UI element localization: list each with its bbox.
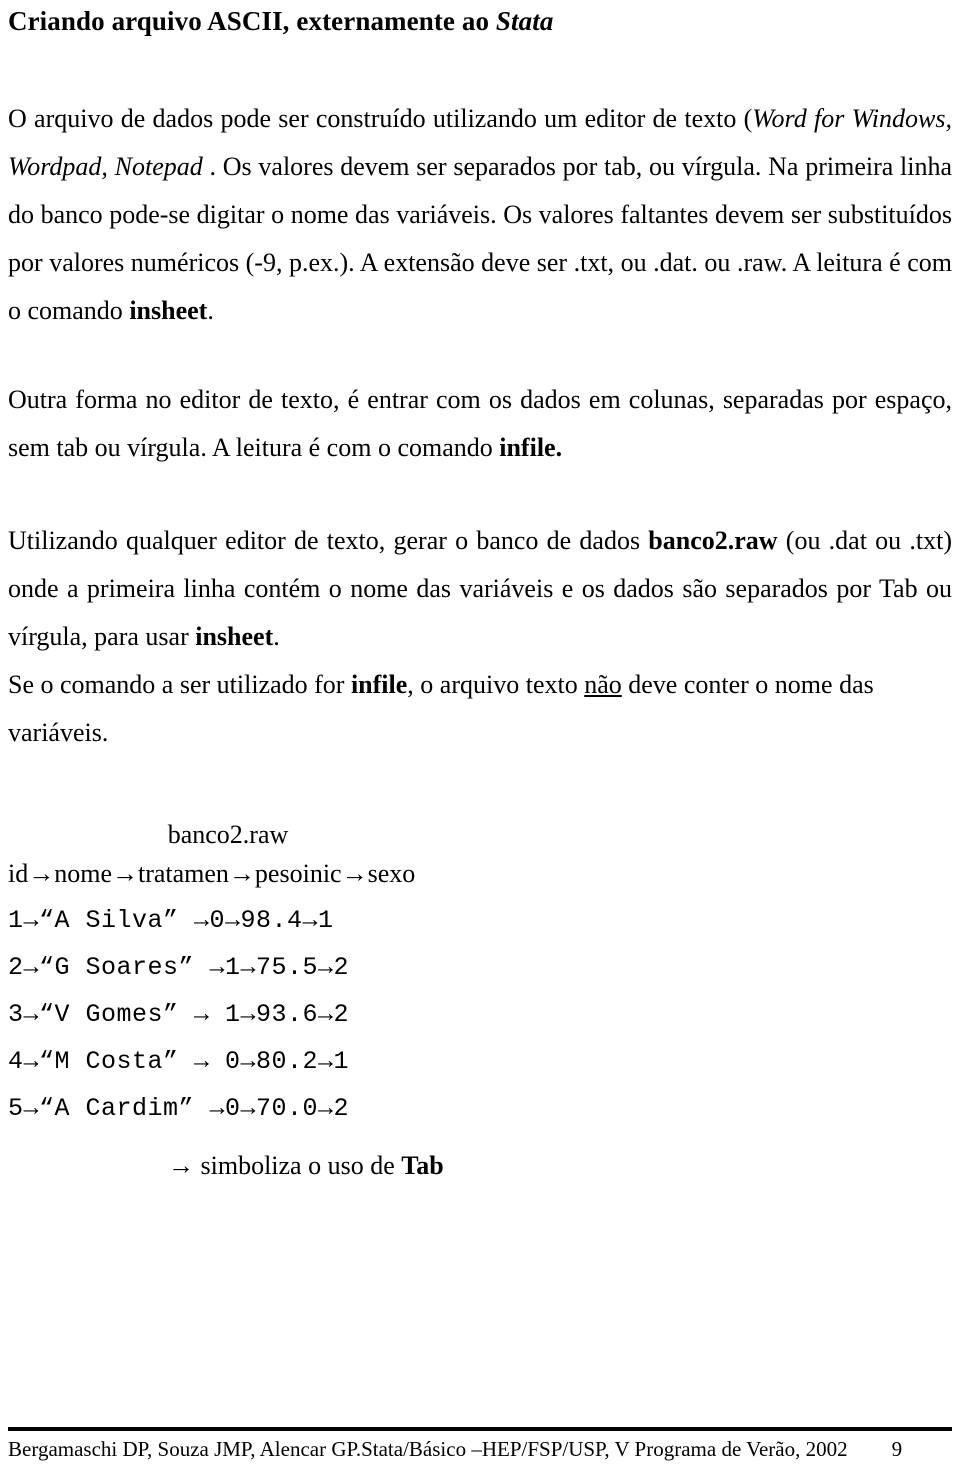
data-row: 3→“V Gomes” → 1→93.6→2 <box>8 1000 350 1029</box>
paragraph-2-command-infile: infile. <box>499 433 563 462</box>
paragraph-3-segment-5: . <box>273 622 280 651</box>
paragraph-1: O arquivo de dados pode ser construído u… <box>8 95 952 335</box>
footer-citation: Bergamaschi DP, Souza JMP, Alencar GP.St… <box>8 1437 848 1461</box>
data-row: 1→“A Silva” →0→98.4→1 <box>8 906 334 935</box>
tab-symbol-legend-keyword: Tab <box>401 1151 444 1180</box>
data-file-name: banco2.raw <box>167 820 289 849</box>
paragraph-2: Outra forma no editor de texto, é entrar… <box>8 376 952 472</box>
paragraph-4-segment-3: , o arquivo texto <box>407 670 585 699</box>
data-row: 2→“G Soares” →1→75.5→2 <box>8 953 350 982</box>
paragraph-3-segment-1: Utilizando qualquer editor de texto, ger… <box>8 526 649 555</box>
footer-divider <box>8 1427 952 1431</box>
paragraph-3: Utilizando qualquer editor de texto, ger… <box>8 517 952 661</box>
paragraph-4-underlined-nao: não <box>584 670 622 699</box>
paragraph-2-segment-1: Outra forma no editor de texto, é entrar… <box>8 385 952 462</box>
paragraph-3-command-insheet: insheet <box>195 622 274 651</box>
page-title-text: Criando arquivo ASCII, externamente ao <box>8 6 496 36</box>
data-row: 5→“A Cardim” →0→70.0→2 <box>8 1094 350 1123</box>
paragraph-1-command-insheet: insheet <box>129 296 208 325</box>
paragraph-1-segment-1: O arquivo de dados pode ser construído u… <box>8 104 753 133</box>
data-header-row: id→nome→tratamen→pesoinic→sexo <box>8 859 416 888</box>
data-file-example: banco2.raw id→nome→tratamen→pesoinic→sex… <box>8 819 952 1186</box>
tab-symbol-legend: → simboliza o uso de Tab <box>168 1146 952 1186</box>
document-page: Criando arquivo ASCII, externamente ao S… <box>0 4 960 1471</box>
page-footer: Bergamaschi DP, Souza JMP, Alencar GP.St… <box>8 1427 952 1463</box>
paragraph-4-command-infile: infile <box>350 670 408 699</box>
tab-symbol-legend-text: simboliza o uso de <box>200 1151 402 1180</box>
paragraph-4: Se o comando a ser utilizado for infile,… <box>8 661 952 757</box>
footer-page-number: 9 <box>891 1437 903 1461</box>
arrow-icon: → <box>168 1151 201 1180</box>
data-row: 4→“M Costa” → 0→80.2→1 <box>8 1047 350 1076</box>
paragraph-4-segment-1: Se o comando a ser utilizado for <box>8 670 351 699</box>
page-title: Criando arquivo ASCII, externamente ao S… <box>8 4 952 38</box>
page-title-italic-term: Stata <box>495 6 554 36</box>
footer-line: Bergamaschi DP, Souza JMP, Alencar GP.St… <box>8 1435 952 1463</box>
paragraph-1-segment-5: . <box>207 296 214 325</box>
paragraph-3-filename-banco2raw: banco2.raw <box>648 526 778 555</box>
